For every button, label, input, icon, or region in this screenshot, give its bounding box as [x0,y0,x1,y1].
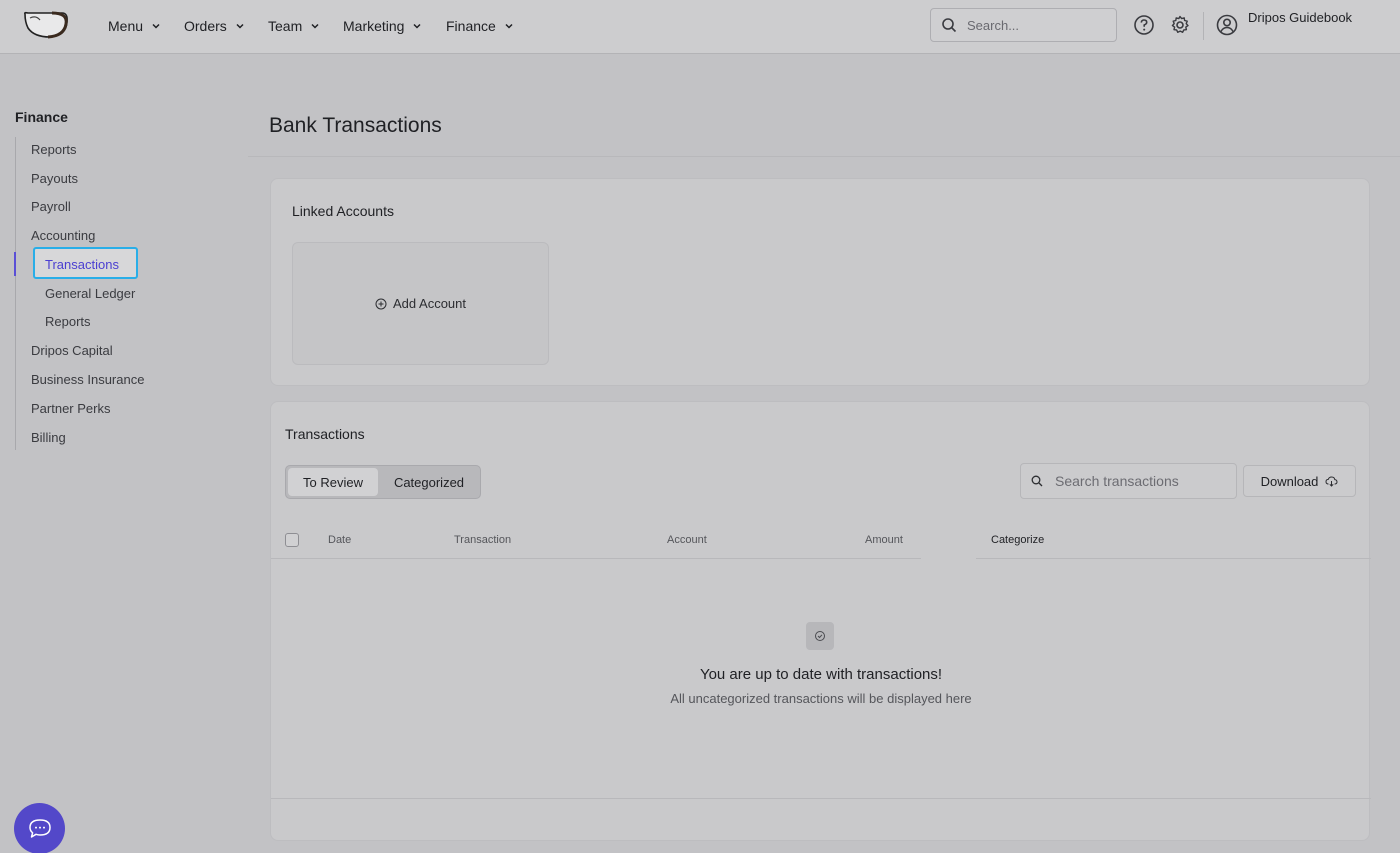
sidebar-rail [15,137,16,450]
add-account-button[interactable]: Add Account [292,242,549,365]
nav-divider [1203,12,1204,40]
linked-accounts-title: Linked Accounts [292,203,394,219]
nav-menu[interactable]: Menu [108,16,161,36]
tab-categorized[interactable]: Categorized [380,468,478,496]
sidebar-item-accounting[interactable]: Accounting [31,228,95,243]
column-header-amount[interactable]: Amount [865,534,903,546]
global-search[interactable] [930,8,1117,42]
sidebar-item-business-insurance[interactable]: Business Insurance [31,372,144,387]
sidebar-item-reports[interactable]: Reports [31,142,77,157]
title-divider [248,156,1400,157]
nav-finance-label: Finance [446,18,496,34]
sidebar-item-partner-perks[interactable]: Partner Perks [31,401,110,416]
chat-support-button[interactable] [14,803,65,853]
nav-team-label: Team [268,18,303,34]
tab-to-review[interactable]: To Review [288,468,378,496]
download-button[interactable]: Download [1243,465,1356,497]
chevron-down-icon [413,23,421,29]
table-footer-divider [271,798,1371,799]
sidebar-active-indicator [14,252,16,276]
table-header-divider [271,558,921,559]
sidebar-item-transactions[interactable]: Transactions [33,247,138,279]
nav-marketing[interactable]: Marketing [343,16,422,36]
sidebar-title: Finance [15,109,68,125]
table-header-divider [976,558,1371,559]
dripos-logo-icon[interactable] [22,10,70,40]
empty-state-title: You are up to date with transactions! [699,666,943,683]
column-header-account[interactable]: Account [667,534,707,546]
transactions-title: Transactions [285,426,365,442]
search-icon [942,18,957,33]
download-label: Download [1260,473,1319,489]
check-circle-icon [806,622,834,650]
chevron-down-icon [505,23,513,29]
sidebar-item-dripos-capital[interactable]: Dripos Capital [31,343,113,358]
transactions-card: Transactions To Review Categorized Downl… [270,401,1371,841]
top-nav: Menu Orders Team Marketing Finance Searc… [0,0,1400,54]
plus-circle-icon [375,298,387,309]
search-icon [1031,475,1043,487]
chevron-down-icon [152,23,160,29]
sidebar-item-payroll[interactable]: Payroll [31,199,71,214]
nav-team[interactable]: Team [268,16,320,36]
column-header-transaction[interactable]: Transaction [454,534,511,546]
nav-finance[interactable]: Finance [446,16,514,36]
user-name[interactable]: Dripos Guidebook [1248,10,1352,25]
page-title: Bank Transactions [269,114,442,137]
linked-accounts-card: Linked Accounts Add Account [270,178,1370,386]
help-icon[interactable] [1133,14,1155,36]
column-header-categorize[interactable]: Categorize [991,534,1044,546]
add-account-label: Add Account [393,296,466,311]
sidebar-item-billing[interactable]: Billing [31,430,66,445]
transactions-search-input[interactable] [1055,473,1225,489]
select-all-checkbox[interactable] [285,533,299,547]
global-search-input[interactable] [967,17,1097,33]
cloud-download-icon [1325,475,1338,487]
user-avatar-icon[interactable] [1216,14,1238,36]
nav-menu-label: Menu [108,18,144,34]
nav-orders[interactable]: Orders [184,16,245,36]
sidebar-item-general-ledger[interactable]: General Ledger [45,286,135,301]
chat-bubble-icon [28,818,51,838]
column-header-date[interactable]: Date [328,534,351,546]
transactions-tab-group: To Review Categorized [285,465,481,499]
nav-marketing-label: Marketing [343,18,405,34]
chevron-down-icon [236,23,244,29]
gear-icon[interactable] [1169,14,1191,36]
transactions-search[interactable] [1020,463,1237,499]
chevron-down-icon [311,23,319,29]
nav-orders-label: Orders [184,18,227,34]
sidebar-item-payouts[interactable]: Payouts [31,171,78,186]
empty-state-subtitle: All uncategorized transactions will be d… [670,691,972,706]
sidebar-item-accounting-reports[interactable]: Reports [45,314,91,329]
